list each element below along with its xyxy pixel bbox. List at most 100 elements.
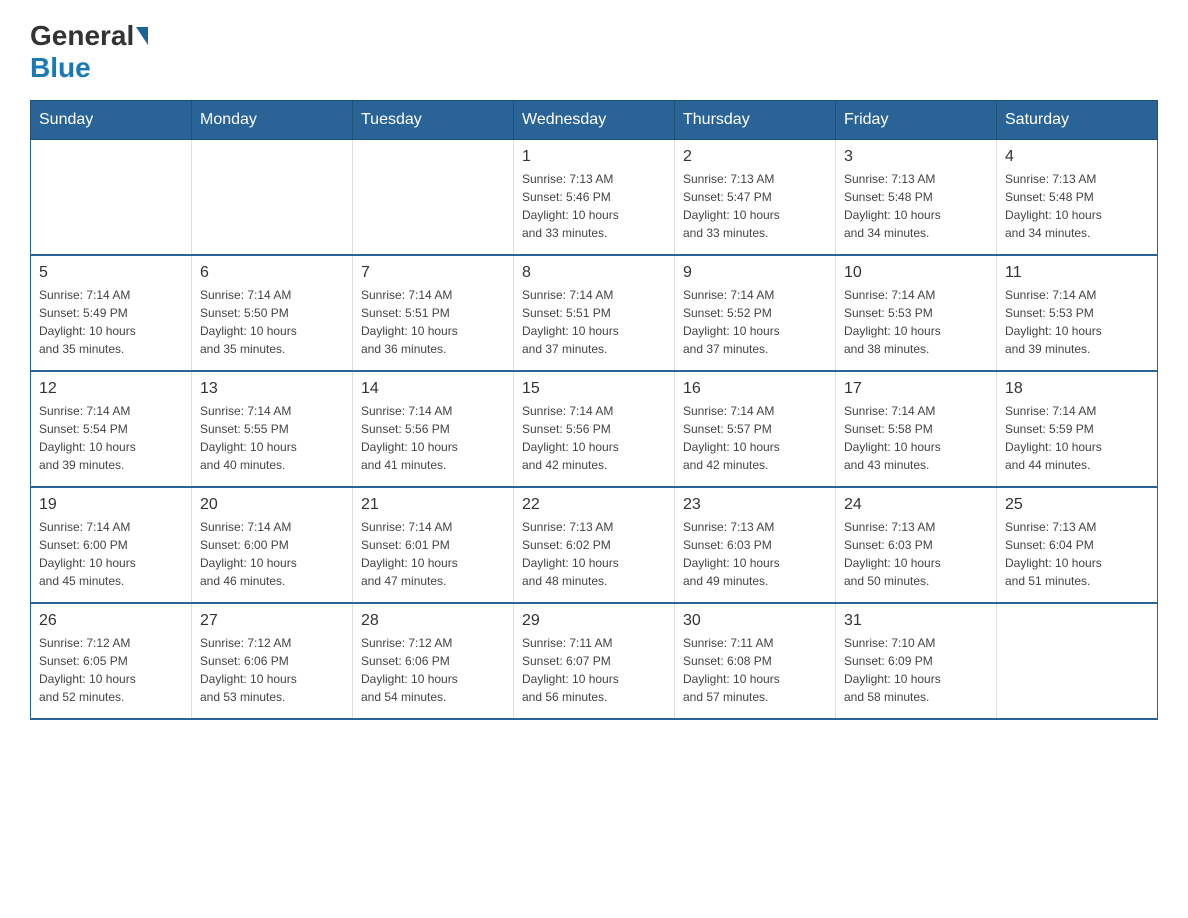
- calendar-week-row: 12 Sunrise: 7:14 AMSunset: 5:54 PMDayligh…: [31, 371, 1158, 487]
- calendar-cell: 26 Sunrise: 7:12 AMSunset: 6:05 PMDayligh…: [31, 603, 192, 719]
- calendar-cell: 8 Sunrise: 7:14 AMSunset: 5:51 PMDaylight…: [514, 255, 675, 371]
- header: General Blue: [30, 20, 1158, 84]
- calendar-week-row: 26 Sunrise: 7:12 AMSunset: 6:05 PMDayligh…: [31, 603, 1158, 719]
- day-number: 26: [39, 612, 183, 630]
- calendar-table: SundayMondayTuesdayWednesdayThursdayFrid…: [30, 100, 1158, 720]
- day-info: Sunrise: 7:14 AMSunset: 5:56 PMDaylight:…: [522, 402, 666, 474]
- day-info: Sunrise: 7:13 AMSunset: 6:02 PMDaylight:…: [522, 518, 666, 590]
- day-number: 10: [844, 264, 988, 282]
- day-info: Sunrise: 7:14 AMSunset: 5:56 PMDaylight:…: [361, 402, 505, 474]
- day-header-saturday: Saturday: [997, 101, 1158, 140]
- day-info: Sunrise: 7:14 AMSunset: 5:54 PMDaylight:…: [39, 402, 183, 474]
- calendar-cell: 30 Sunrise: 7:11 AMSunset: 6:08 PMDayligh…: [675, 603, 836, 719]
- day-number: 28: [361, 612, 505, 630]
- day-number: 25: [1005, 496, 1149, 514]
- calendar-cell: 20Sunrise: 7:14 AMSunset: 6:00 PMDayligh…: [192, 487, 353, 603]
- calendar-cell: 12 Sunrise: 7:14 AMSunset: 5:54 PMDayligh…: [31, 371, 192, 487]
- day-number: 30: [683, 612, 827, 630]
- day-number: 17: [844, 380, 988, 398]
- day-number: 22: [522, 496, 666, 514]
- calendar-week-row: 5 Sunrise: 7:14 AMSunset: 5:49 PMDaylight…: [31, 255, 1158, 371]
- calendar-cell: 11Sunrise: 7:14 AMSunset: 5:53 PMDayligh…: [997, 255, 1158, 371]
- day-number: 2: [683, 148, 827, 166]
- calendar-cell: 14 Sunrise: 7:14 AMSunset: 5:56 PMDayligh…: [353, 371, 514, 487]
- day-info: Sunrise: 7:14 AMSunset: 5:57 PMDaylight:…: [683, 402, 827, 474]
- calendar-cell: 6 Sunrise: 7:14 AMSunset: 5:50 PMDaylight…: [192, 255, 353, 371]
- day-info: Sunrise: 7:14 AMSunset: 5:53 PMDaylight:…: [1005, 286, 1149, 358]
- day-number: 23: [683, 496, 827, 514]
- day-number: 4: [1005, 148, 1149, 166]
- day-number: 8: [522, 264, 666, 282]
- calendar-cell: 18Sunrise: 7:14 AMSunset: 5:59 PMDayligh…: [997, 371, 1158, 487]
- day-info: Sunrise: 7:13 AMSunset: 5:48 PMDaylight:…: [1005, 170, 1149, 242]
- logo: General Blue: [30, 20, 150, 84]
- day-number: 21: [361, 496, 505, 514]
- calendar-cell: [997, 603, 1158, 719]
- day-number: 29: [522, 612, 666, 630]
- logo-general-text: General: [30, 20, 134, 52]
- day-number: 31: [844, 612, 988, 630]
- calendar-cell: 24 Sunrise: 7:13 AMSunset: 6:03 PMDayligh…: [836, 487, 997, 603]
- day-info: Sunrise: 7:13 AMSunset: 6:04 PMDaylight:…: [1005, 518, 1149, 590]
- day-info: Sunrise: 7:14 AMSunset: 6:00 PMDaylight:…: [200, 518, 344, 590]
- day-info: Sunrise: 7:14 AMSunset: 5:52 PMDaylight:…: [683, 286, 827, 358]
- day-header-sunday: Sunday: [31, 101, 192, 140]
- day-info: Sunrise: 7:11 AMSunset: 6:08 PMDaylight:…: [683, 634, 827, 706]
- calendar-cell: 19Sunrise: 7:14 AMSunset: 6:00 PMDayligh…: [31, 487, 192, 603]
- day-number: 14: [361, 380, 505, 398]
- logo-arrow-icon: [136, 27, 148, 45]
- day-number: 1: [522, 148, 666, 166]
- calendar-cell: 2 Sunrise: 7:13 AMSunset: 5:47 PMDaylight…: [675, 140, 836, 256]
- calendar-cell: 3Sunrise: 7:13 AMSunset: 5:48 PMDaylight…: [836, 140, 997, 256]
- calendar-cell: [192, 140, 353, 256]
- day-number: 6: [200, 264, 344, 282]
- day-info: Sunrise: 7:14 AMSunset: 5:55 PMDaylight:…: [200, 402, 344, 474]
- day-info: Sunrise: 7:12 AMSunset: 6:05 PMDaylight:…: [39, 634, 183, 706]
- calendar-cell: 5 Sunrise: 7:14 AMSunset: 5:49 PMDaylight…: [31, 255, 192, 371]
- day-info: Sunrise: 7:14 AMSunset: 5:51 PMDaylight:…: [522, 286, 666, 358]
- calendar-cell: 7 Sunrise: 7:14 AMSunset: 5:51 PMDaylight…: [353, 255, 514, 371]
- day-info: Sunrise: 7:13 AMSunset: 5:48 PMDaylight:…: [844, 170, 988, 242]
- day-info: Sunrise: 7:12 AMSunset: 6:06 PMDaylight:…: [200, 634, 344, 706]
- day-info: Sunrise: 7:14 AMSunset: 5:50 PMDaylight:…: [200, 286, 344, 358]
- calendar-week-row: 19 Sunrise: 7:14 AMSunset: 6:00 PMDayligh…: [31, 487, 1158, 603]
- calendar-cell: 13Sunrise: 7:14 AMSunset: 5:55 PMDayligh…: [192, 371, 353, 487]
- day-number: 24: [844, 496, 988, 514]
- day-number: 5: [39, 264, 183, 282]
- calendar-cell: [31, 140, 192, 256]
- day-info: Sunrise: 7:14 AMSunset: 5:58 PMDaylight:…: [844, 402, 988, 474]
- day-number: 18: [1005, 380, 1149, 398]
- day-info: Sunrise: 7:11 AMSunset: 6:07 PMDaylight:…: [522, 634, 666, 706]
- calendar-cell: 29 Sunrise: 7:11 AMSunset: 6:07 PMDayligh…: [514, 603, 675, 719]
- calendar-cell: 9 Sunrise: 7:14 AMSunset: 5:52 PMDaylight…: [675, 255, 836, 371]
- calendar-cell: 15 Sunrise: 7:14 AMSunset: 5:56 PMDayligh…: [514, 371, 675, 487]
- logo-blue-text: Blue: [30, 52, 91, 84]
- calendar-cell: 10 Sunrise: 7:14 AMSunset: 5:53 PMDayligh…: [836, 255, 997, 371]
- day-info: Sunrise: 7:13 AMSunset: 5:47 PMDaylight:…: [683, 170, 827, 242]
- calendar-cell: 1Sunrise: 7:13 AMSunset: 5:46 PMDaylight…: [514, 140, 675, 256]
- calendar-cell: 16Sunrise: 7:14 AMSunset: 5:57 PMDayligh…: [675, 371, 836, 487]
- calendar-cell: 21 Sunrise: 7:14 AMSunset: 6:01 PMDayligh…: [353, 487, 514, 603]
- day-info: Sunrise: 7:13 AMSunset: 6:03 PMDaylight:…: [683, 518, 827, 590]
- calendar-cell: 4 Sunrise: 7:13 AMSunset: 5:48 PMDaylight…: [997, 140, 1158, 256]
- day-number: 7: [361, 264, 505, 282]
- calendar-cell: 17 Sunrise: 7:14 AMSunset: 5:58 PMDayligh…: [836, 371, 997, 487]
- day-info: Sunrise: 7:14 AMSunset: 5:51 PMDaylight:…: [361, 286, 505, 358]
- calendar-cell: 22 Sunrise: 7:13 AMSunset: 6:02 PMDayligh…: [514, 487, 675, 603]
- day-header-wednesday: Wednesday: [514, 101, 675, 140]
- day-header-friday: Friday: [836, 101, 997, 140]
- day-number: 15: [522, 380, 666, 398]
- day-info: Sunrise: 7:14 AMSunset: 5:49 PMDaylight:…: [39, 286, 183, 358]
- day-info: Sunrise: 7:10 AMSunset: 6:09 PMDaylight:…: [844, 634, 988, 706]
- calendar-cell: 23 Sunrise: 7:13 AMSunset: 6:03 PMDayligh…: [675, 487, 836, 603]
- day-info: Sunrise: 7:14 AMSunset: 5:53 PMDaylight:…: [844, 286, 988, 358]
- day-info: Sunrise: 7:14 AMSunset: 6:01 PMDaylight:…: [361, 518, 505, 590]
- calendar-cell: 25 Sunrise: 7:13 AMSunset: 6:04 PMDayligh…: [997, 487, 1158, 603]
- calendar-cell: 31 Sunrise: 7:10 AMSunset: 6:09 PMDayligh…: [836, 603, 997, 719]
- day-header-monday: Monday: [192, 101, 353, 140]
- day-info: Sunrise: 7:12 AMSunset: 6:06 PMDaylight:…: [361, 634, 505, 706]
- day-number: 12: [39, 380, 183, 398]
- day-info: Sunrise: 7:13 AMSunset: 6:03 PMDaylight:…: [844, 518, 988, 590]
- day-number: 19: [39, 496, 183, 514]
- day-number: 9: [683, 264, 827, 282]
